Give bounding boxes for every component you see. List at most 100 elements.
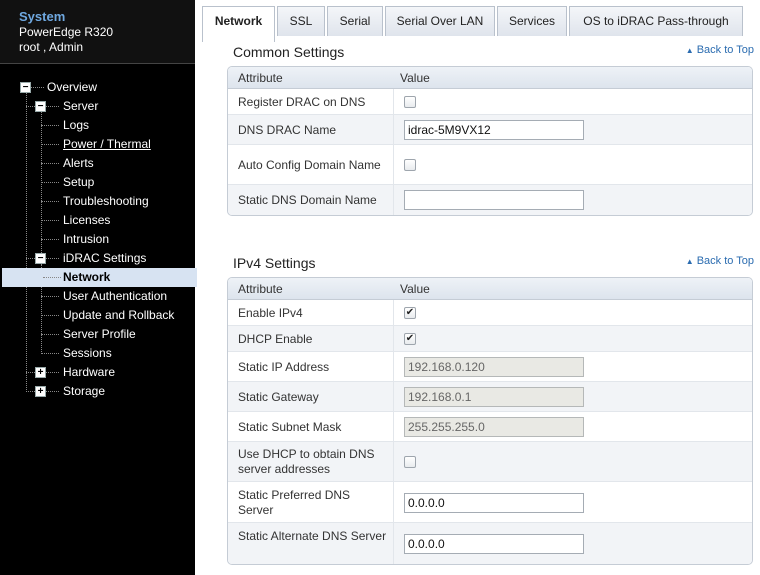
tab-ssl[interactable]: SSL: [277, 6, 325, 36]
attribute-label: Auto Config Domain Name: [238, 157, 381, 172]
back-to-top-link[interactable]: ▲ Back to Top: [686, 44, 754, 56]
back-to-top-link[interactable]: ▲ Back to Top: [686, 255, 754, 267]
column-header-value: Value: [400, 71, 430, 85]
table-row: DNS DRAC Name: [228, 115, 752, 145]
tree-item-label: Alerts: [63, 156, 94, 170]
sidebar-tree: System PowerEdge R320 root , Admin − Over…: [0, 0, 197, 575]
tab-network[interactable]: Network: [202, 6, 275, 42]
static-subnet-mask-input: [404, 417, 584, 437]
system-title[interactable]: System: [19, 9, 65, 24]
tree-item-logs[interactable]: Logs: [0, 116, 195, 135]
tree-connector: [41, 201, 59, 202]
tab-services[interactable]: Services: [497, 6, 567, 36]
common-settings-title: Common Settings: [233, 44, 345, 60]
tree-item-troubleshooting[interactable]: Troubleshooting: [0, 192, 195, 211]
tree-item-idrac-settings[interactable]: − iDRAC Settings: [0, 249, 195, 268]
logged-in-user: root , Admin: [19, 40, 84, 54]
tab-serial-over-lan[interactable]: Serial Over LAN: [385, 6, 495, 36]
tab-os-to-idrac-pass-through[interactable]: OS to iDRAC Pass-through: [569, 6, 743, 36]
tree-item-label: Setup: [63, 175, 95, 189]
attribute-label: Static DNS Domain Name: [238, 192, 377, 207]
tree-item-server[interactable]: − Server: [0, 97, 195, 116]
tree-item-alerts[interactable]: Alerts: [0, 154, 195, 173]
tree-item-label: Overview: [47, 80, 98, 94]
tree-item-licenses[interactable]: Licenses: [0, 211, 195, 230]
tree-item-label: User Authentication: [63, 289, 168, 303]
back-to-top-label: Back to Top: [696, 255, 754, 267]
column-header-attribute: Attribute: [238, 282, 283, 296]
tree-item-label: Storage: [63, 384, 106, 398]
column-divider: [393, 352, 394, 381]
column-divider: [393, 115, 394, 144]
tree-connector: [41, 144, 59, 145]
tree-item-label: Sessions: [63, 346, 112, 360]
table-header: Attribute Value: [228, 67, 752, 89]
tree-item-hardware[interactable]: + Hardware: [0, 363, 195, 382]
tree-item-power-thermal[interactable]: Power / Thermal: [0, 135, 195, 154]
tab-serial[interactable]: Serial: [327, 6, 383, 36]
ipv4-settings-title: IPv4 Settings: [233, 255, 316, 271]
table-row: Use DHCP to obtain DNS server addresses: [228, 442, 752, 482]
static-dns-domain-name-input[interactable]: [404, 190, 584, 210]
tree-item-label: iDRAC Settings: [63, 251, 147, 265]
column-divider: [393, 442, 394, 481]
collapse-icon[interactable]: −: [35, 253, 46, 264]
table-row: Static Preferred DNS Server: [228, 482, 752, 523]
tree-connector: [41, 315, 59, 316]
tree-item-overview[interactable]: − Overview: [0, 78, 195, 97]
static-preferred-dns-server-input[interactable]: [404, 492, 584, 513]
attribute-label: Register DRAC on DNS: [238, 94, 366, 109]
tree-connector: [43, 277, 61, 278]
tree-item-storage[interactable]: + Storage: [0, 382, 195, 401]
column-divider: [393, 300, 394, 325]
tree-connector: [41, 163, 59, 164]
tree-item-setup[interactable]: Setup: [0, 173, 195, 192]
system-header: System PowerEdge R320 root , Admin: [0, 0, 195, 64]
table-row: Static Gateway: [228, 382, 752, 412]
column-divider: [393, 382, 394, 411]
table-row: Static Alternate DNS Server: [228, 523, 752, 564]
tree-connector: [41, 125, 59, 126]
enable-ipv4-checkbox[interactable]: ✔: [404, 307, 416, 319]
table-row: Enable IPv4 ✔: [228, 300, 752, 326]
dns-drac-name-input[interactable]: [404, 120, 584, 140]
attribute-label: Static IP Address: [238, 359, 330, 374]
tree-connector: [41, 239, 59, 240]
attribute-label: Static Subnet Mask: [238, 419, 342, 434]
expand-icon[interactable]: +: [35, 386, 46, 397]
tree-item-label: Power / Thermal: [63, 137, 151, 151]
tree-connector: [41, 296, 59, 297]
attribute-label: Static Preferred DNS Server: [238, 487, 351, 517]
attribute-label: DNS DRAC Name: [238, 122, 337, 137]
tree-item-label: Network: [63, 270, 111, 284]
tree-item-update-and-rollback[interactable]: Update and Rollback: [0, 306, 195, 325]
table-row: DHCP Enable ✔: [228, 326, 752, 352]
use-dhcp-to-obtain-dns-server-addresses-checkbox[interactable]: [404, 456, 416, 468]
common-settings-table: Attribute Value Register DRAC on DNS DNS …: [227, 66, 753, 216]
table-row: Auto Config Domain Name: [228, 145, 752, 185]
auto-config-domain-name-checkbox[interactable]: [404, 159, 416, 171]
attribute-label: Static Gateway: [238, 389, 319, 404]
static-alternate-dns-server-input[interactable]: [404, 533, 584, 554]
static-gateway-input: [404, 387, 584, 407]
dhcp-enable-checkbox[interactable]: ✔: [404, 333, 416, 345]
up-triangle-icon: ▲: [685, 257, 694, 266]
tree-item-network[interactable]: Network: [2, 268, 197, 287]
tree-item-sessions[interactable]: Sessions: [0, 344, 195, 363]
expand-icon[interactable]: +: [35, 367, 46, 378]
tree-item-label: Server Profile: [63, 327, 136, 341]
collapse-icon[interactable]: −: [35, 101, 46, 112]
tree-item-label: Licenses: [63, 213, 111, 227]
table-row: Static DNS Domain Name: [228, 185, 752, 215]
table-row: Static IP Address: [228, 352, 752, 382]
collapse-icon[interactable]: −: [20, 82, 31, 93]
tree-item-user-authentication[interactable]: User Authentication: [0, 287, 195, 306]
tree-item-label: Server: [63, 99, 99, 113]
tree-item-server-profile[interactable]: Server Profile: [0, 325, 195, 344]
ipv4-settings-table: Attribute Value Enable IPv4 ✔ DHCP Enable ✔…: [227, 277, 753, 565]
tree-item-intrusion[interactable]: Intrusion: [0, 230, 195, 249]
tree-connector: [41, 353, 59, 354]
tree-item-label: Update and Rollback: [63, 308, 175, 322]
attribute-label: Use DHCP to obtain DNS server addresses: [238, 447, 375, 476]
register-drac-on-dns-checkbox[interactable]: [404, 96, 416, 108]
